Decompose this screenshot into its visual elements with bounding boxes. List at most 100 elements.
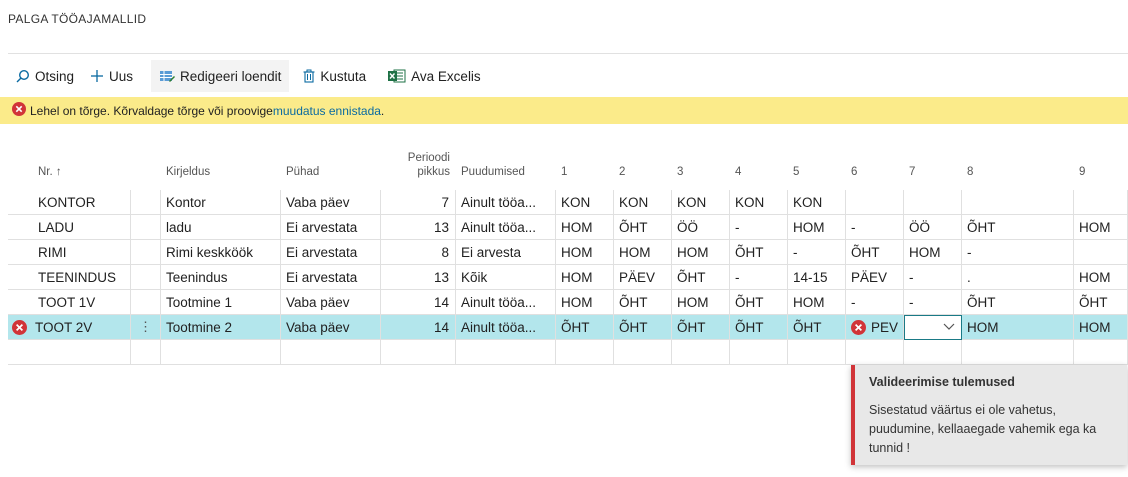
cell-day-3[interactable]: ÕHT — [672, 265, 730, 290]
edit-list-button[interactable]: Redigeeri loendit — [151, 60, 290, 92]
cell-day-2[interactable]: ÕHT — [614, 315, 672, 340]
cell-absences[interactable]: Ei arvesta — [456, 240, 556, 265]
cell-day-5[interactable]: ÕHT — [788, 315, 846, 340]
cell-day-5[interactable]: KON — [788, 190, 846, 215]
cell-day-4[interactable]: KON — [730, 190, 788, 215]
cell-absences[interactable]: Ainult tööa... — [456, 215, 556, 240]
cell-day-9[interactable] — [1074, 240, 1128, 265]
chevron-down-icon[interactable] — [943, 323, 955, 331]
delete-button[interactable]: Kustuta — [295, 60, 374, 92]
cell-description[interactable]: Tootmine 2 — [161, 315, 281, 340]
cell-day-4[interactable]: - — [730, 265, 788, 290]
cell-day-2[interactable]: HOM — [614, 240, 672, 265]
empty-cell[interactable] — [161, 340, 281, 365]
cell-day-6[interactable]: PÄEV — [846, 265, 904, 290]
cell-day-4[interactable]: ÕHT — [730, 315, 788, 340]
cell-nr[interactable]: RIMI — [8, 240, 131, 265]
cell-description[interactable]: ladu — [161, 215, 281, 240]
cell-day-8[interactable]: ÕHT — [962, 290, 1074, 315]
new-button[interactable]: Uus — [82, 60, 141, 92]
cell-day-7[interactable]: - — [904, 290, 962, 315]
cell-absences[interactable]: Ainult tööa... — [456, 290, 556, 315]
cell-description[interactable]: Rimi keskköök — [161, 240, 281, 265]
cell-day-9[interactable]: HOM — [1074, 315, 1128, 340]
cell-day-5[interactable]: HOM — [788, 290, 846, 315]
undo-change-link[interactable]: muudatus ennistada — [273, 104, 381, 118]
empty-cell[interactable] — [962, 340, 1074, 365]
cell-day-9[interactable] — [1074, 190, 1128, 215]
cell-day-6[interactable]: - — [846, 215, 904, 240]
col-day-2-header[interactable]: 2 — [614, 138, 672, 190]
cell-nr[interactable]: TOOT 1V — [8, 290, 131, 315]
cell-period[interactable]: 14 — [381, 315, 456, 340]
cell-description[interactable]: Teenindus — [161, 265, 281, 290]
cell-day-3[interactable]: ÕHT — [672, 315, 730, 340]
cell-day-9[interactable]: HOM — [1074, 265, 1128, 290]
cell-absences[interactable]: Kõik — [456, 265, 556, 290]
cell-day-1[interactable]: ÕHT — [556, 315, 614, 340]
cell-day-3[interactable]: HOM — [672, 290, 730, 315]
empty-cell[interactable] — [556, 340, 614, 365]
empty-cell[interactable] — [8, 340, 131, 365]
col-absences-header[interactable]: Puudumised — [456, 138, 556, 190]
col-day-7-header[interactable]: 7 — [904, 138, 962, 190]
cell-day-8[interactable] — [962, 190, 1074, 215]
cell-day-4[interactable]: ÕHT — [730, 240, 788, 265]
cell-day-1[interactable]: HOM — [556, 240, 614, 265]
empty-cell[interactable] — [614, 340, 672, 365]
cell-nr[interactable]: TEENINDUS — [8, 265, 131, 290]
cell-period[interactable]: 13 — [381, 215, 456, 240]
row-actions-menu-icon[interactable]: ⋮ — [131, 315, 161, 340]
cell-day-4[interactable]: - — [730, 215, 788, 240]
cell-holidays[interactable]: Vaba päev — [281, 290, 381, 315]
cell-day-1[interactable]: HOM — [556, 290, 614, 315]
cell-holidays[interactable]: Vaba päev — [281, 315, 381, 340]
empty-cell[interactable] — [281, 340, 381, 365]
cell-nr[interactable]: TOOT 2V — [8, 315, 131, 340]
cell-day-1[interactable]: HOM — [556, 265, 614, 290]
cell-description[interactable]: Kontor — [161, 190, 281, 215]
col-day-1-header[interactable]: 1 — [556, 138, 614, 190]
cell-holidays[interactable]: Vaba päev — [281, 190, 381, 215]
cell-day-6[interactable]: - — [846, 290, 904, 315]
cell-nr[interactable]: KONTOR — [8, 190, 131, 215]
empty-cell[interactable] — [846, 340, 904, 365]
cell-day-6[interactable]: PEV — [846, 315, 904, 340]
cell-day-8[interactable]: . — [962, 265, 1074, 290]
day-7-dropdown-input[interactable] — [904, 315, 962, 340]
cell-period[interactable]: 14 — [381, 290, 456, 315]
cell-period[interactable]: 7 — [381, 190, 456, 215]
cell-absences[interactable]: Ainult tööa... — [456, 190, 556, 215]
col-day-3-header[interactable]: 3 — [672, 138, 730, 190]
empty-cell[interactable] — [381, 340, 456, 365]
cell-holidays[interactable]: Ei arvestata — [281, 215, 381, 240]
empty-cell[interactable] — [131, 340, 161, 365]
cell-day-6[interactable]: ÕHT — [846, 240, 904, 265]
col-nr-header[interactable]: Nr. ↑ — [8, 138, 131, 190]
cell-day-3[interactable]: KON — [672, 190, 730, 215]
col-description-header[interactable]: Kirjeldus — [161, 138, 281, 190]
cell-day-8[interactable]: ÕHT — [962, 215, 1074, 240]
cell-holidays[interactable]: Ei arvestata — [281, 265, 381, 290]
open-excel-button[interactable]: Ava Excelis — [380, 60, 489, 92]
cell-day-5[interactable]: 14-15 — [788, 265, 846, 290]
cell-day-9[interactable]: HOM — [1074, 215, 1128, 240]
col-day-4-header[interactable]: 4 — [730, 138, 788, 190]
empty-cell[interactable] — [730, 340, 788, 365]
col-day-9-header[interactable]: 9 — [1074, 138, 1128, 190]
cell-day-6[interactable] — [846, 190, 904, 215]
cell-day-4[interactable]: ÕHT — [730, 290, 788, 315]
cell-day-5[interactable]: HOM — [788, 215, 846, 240]
col-period-header[interactable]: Perioodi pikkus — [381, 138, 456, 190]
cell-day-8[interactable]: HOM — [962, 315, 1074, 340]
cell-day-9[interactable]: ÕHT — [1074, 290, 1128, 315]
cell-day-2[interactable]: ÕHT — [614, 290, 672, 315]
col-holidays-header[interactable]: Pühad — [281, 138, 381, 190]
cell-day-1[interactable]: HOM — [556, 215, 614, 240]
cell-absences[interactable]: Ainult tööa... — [456, 315, 556, 340]
cell-day-7[interactable]: ÖÖ — [904, 215, 962, 240]
cell-day-7[interactable]: HOM — [904, 240, 962, 265]
cell-nr[interactable]: LADU — [8, 215, 131, 240]
empty-cell[interactable] — [456, 340, 556, 365]
cell-period[interactable]: 13 — [381, 265, 456, 290]
